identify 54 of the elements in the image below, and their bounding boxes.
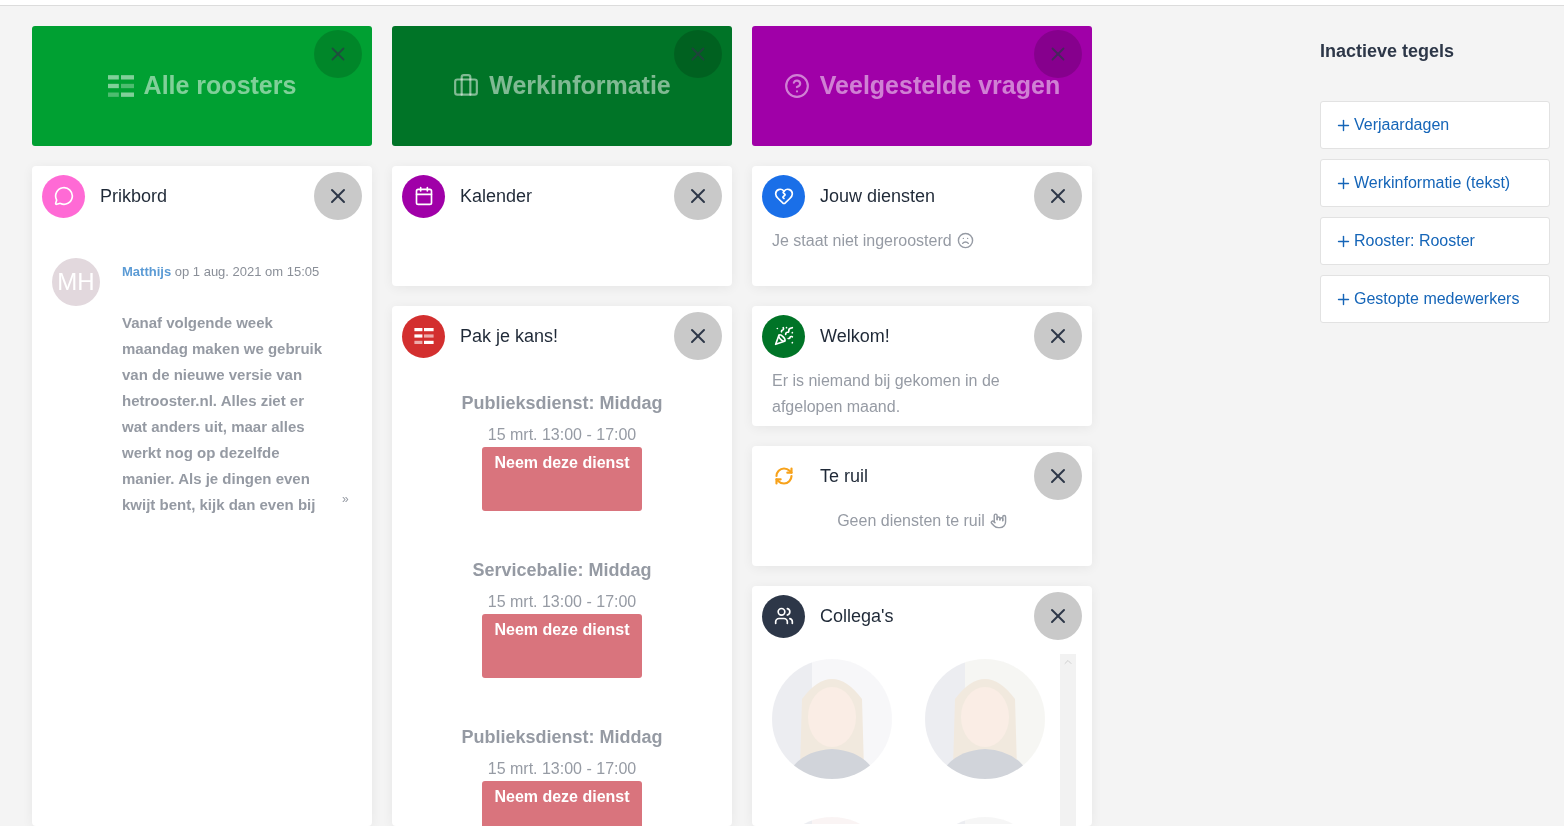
tile-banner[interactable]: Veelgestelde vragen [752,26,1092,146]
message-text: Vanaf volgende week maandag maken we gebruik van de nieuwe versie van hetrooster.nl. Alles ziet er wat anders uit, maar alles werkt nog op dezelfde manier. Als je dingen even kwijt bent, kijk dan even bij [122,312,324,515]
post-date: op 1 aug. 2021 om 15:05 [174,264,320,279]
tile-title: Prikbord [100,184,168,208]
close-button[interactable] [1034,312,1082,360]
tile-title: Jouw diensten [820,184,936,208]
tile-banner[interactable]: Werkinformatie [392,26,732,146]
empty-message: Geen diensten te ruil [837,512,985,529]
sidebar-title: Inactieve tegels [1320,40,1456,63]
broken-heart-icon [773,186,794,206]
scrollbar[interactable] [1060,654,1076,826]
tile-title: Welkom! [820,324,890,348]
calendar-icon [413,186,434,206]
take-shift-button[interactable]: Neem deze dienst [482,447,642,511]
close-button[interactable] [314,172,362,220]
tile-banner-title: Veelgestelde vragen [819,70,1061,102]
sad-face-icon [956,232,974,249]
help-icon [783,73,810,99]
add-tile-button[interactable]: Rooster: Rooster [1320,217,1550,265]
tile-banner-title: Werkinformatie [489,70,671,102]
take-shift-button[interactable]: Neem deze dienst [482,781,642,826]
close-button[interactable] [674,312,722,360]
tile-title: Pak je kans! [460,324,559,348]
tile-banner[interactable]: Alle roosters [32,26,372,146]
add-tile-button[interactable]: Verjaardagen [1320,101,1550,149]
shift-time: 15 mrt. 13:00 - 17:00 [487,759,637,779]
close-button[interactable] [1034,592,1082,640]
users-icon [773,606,794,626]
empty-message: Je staat niet ingeroosterd [772,232,952,249]
shift-name: Servicebalie: Middag [472,559,652,582]
tile-title: Kalender [460,184,533,208]
shift-name: Publieksdienst: Middag [461,392,663,415]
add-tile-button[interactable]: Gestopte medewerkers [1320,275,1550,323]
tile-title: Collega's [820,604,894,628]
close-button[interactable] [1034,172,1082,220]
close-button[interactable] [1034,452,1082,500]
list-icon [107,73,134,99]
tile-title: Te ruil [820,464,868,488]
add-tile-button[interactable]: Werkinformatie (tekst) [1320,159,1550,207]
rock-hand-icon [989,512,1007,529]
briefcase-icon [453,73,480,99]
shift-time: 15 mrt. 13:00 - 17:00 [487,592,637,612]
author-link[interactable]: Matthijs [122,264,172,279]
party-popper-icon [773,326,794,346]
shift-time: 15 mrt. 13:00 - 17:00 [487,425,637,445]
read-more-link[interactable]: » [342,489,349,508]
chat-icon [53,186,74,206]
close-button[interactable] [674,172,722,220]
refresh-icon [773,466,794,486]
shift-name: Publieksdienst: Middag [461,726,663,749]
take-shift-button[interactable]: Neem deze dienst [482,614,642,678]
tile-banner-title: Alle roosters [143,70,297,102]
empty-message: Er is niemand bij gekomen in de afgelopen maand. [772,372,1000,415]
list-icon [413,328,434,344]
